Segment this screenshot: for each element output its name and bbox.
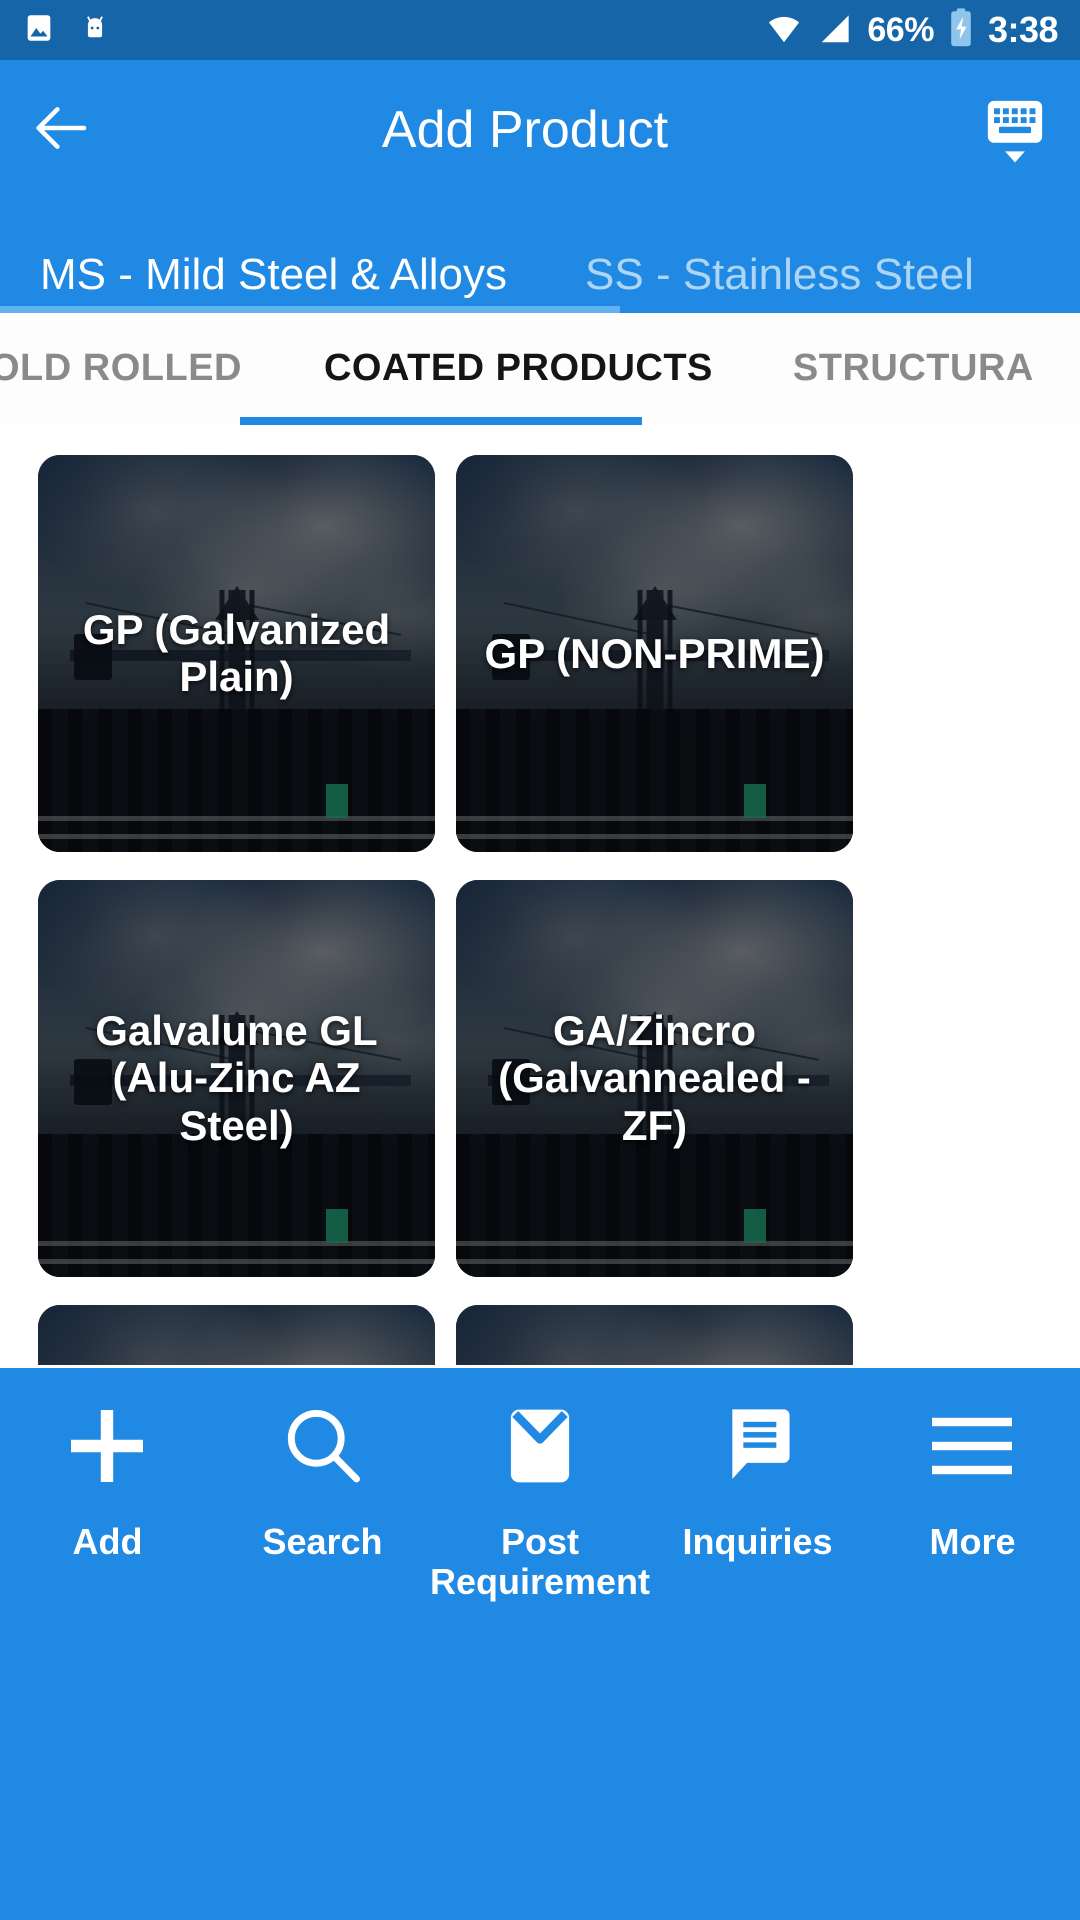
building-slab xyxy=(456,834,853,840)
image-icon xyxy=(22,11,56,50)
product-card[interactable] xyxy=(38,1305,435,1365)
bottom-nav-label-more: More xyxy=(929,1521,1016,1562)
construction-crane-photo xyxy=(456,1305,853,1365)
product-card[interactable]: Galvalume GL (Alu-Zinc AZ Steel) xyxy=(38,880,435,1277)
chat-bubble-icon xyxy=(716,1396,800,1496)
bottom-nav-label-post-requirement: Post Requirement xyxy=(429,1521,651,1603)
building-silhouette xyxy=(456,709,853,852)
category-tab-bar[interactable]: MS - Mild Steel & Alloys SS - Stainless … xyxy=(0,220,1080,313)
search-icon xyxy=(276,1396,368,1496)
sub-tab-bar[interactable]: OLD ROLLED COATED PRODUCTS STRUCTURA xyxy=(0,313,1080,425)
wifi-icon xyxy=(763,9,805,52)
status-bar: 66% 3:38 xyxy=(0,0,1080,60)
product-card-label: GA/Zincro (Galvannealed -ZF) xyxy=(498,1006,811,1150)
site-container xyxy=(743,1208,766,1243)
app-bar-row: Add Product xyxy=(0,60,1080,200)
battery-charging-icon xyxy=(944,7,978,54)
battery-percent-label: 66% xyxy=(867,10,934,49)
category-tab-ms[interactable]: MS - Mild Steel & Alloys xyxy=(40,220,507,300)
building-silhouette xyxy=(38,709,435,852)
status-bar-right-icons: 66% 3:38 xyxy=(763,7,1059,54)
envelope-icon xyxy=(500,1396,580,1496)
category-tab-indicator xyxy=(0,306,620,313)
cellular-signal-icon xyxy=(815,9,857,52)
bottom-nav-label-search: Search xyxy=(262,1521,383,1562)
sub-tab-cold-rolled[interactable]: OLD ROLLED xyxy=(0,347,242,390)
product-card-label: Galvalume GL (Alu-Zinc AZ Steel) xyxy=(95,1006,378,1150)
building-silhouette xyxy=(456,1134,853,1277)
back-arrow-icon xyxy=(28,96,92,165)
sub-tab-indicator xyxy=(240,417,642,425)
sub-tab-structural[interactable]: STRUCTURA xyxy=(793,347,1034,390)
bottom-navigation-bar: Add Search Post Requirement Inquiries Mo… xyxy=(0,1368,1080,1920)
building-slab xyxy=(456,1240,853,1246)
product-card-label: GP (Galvanized Plain) xyxy=(82,605,391,701)
building-slab xyxy=(456,815,853,821)
product-grid: GP (Galvanized Plain) GP (NON-PRIME) Gal… xyxy=(0,425,1080,1365)
building-slab xyxy=(38,1259,435,1265)
page-title: Add Product xyxy=(381,101,669,159)
product-card-label: GP (NON-PRIME) xyxy=(484,629,825,677)
plus-icon xyxy=(59,1396,155,1496)
site-container xyxy=(325,1208,348,1243)
product-card[interactable]: GA/Zincro (Galvannealed -ZF) xyxy=(456,880,853,1277)
building-slab xyxy=(456,1259,853,1265)
app-bar: Add Product MS - Mild Steel & Alloys SS … xyxy=(0,60,1080,313)
hide-keyboard-button[interactable] xyxy=(950,60,1080,200)
clock-label: 3:38 xyxy=(987,9,1059,50)
android-head-icon xyxy=(78,11,112,50)
hamburger-menu-icon xyxy=(924,1396,1020,1496)
back-button[interactable] xyxy=(0,60,120,200)
bottom-nav-items: Add Search Post Requirement Inquiries Mo… xyxy=(0,1368,1080,1920)
bottom-nav-label-inquiries: Inquiries xyxy=(682,1521,833,1562)
bottom-nav-item-post-requirement[interactable]: Post Requirement xyxy=(430,1368,650,1920)
building-slab xyxy=(38,815,435,821)
product-grid-inner: GP (Galvanized Plain) GP (NON-PRIME) Gal… xyxy=(38,455,853,1365)
sub-tab-row: OLD ROLLED COATED PRODUCTS STRUCTURA xyxy=(0,313,1080,423)
site-container xyxy=(743,783,766,818)
status-bar-left-icons xyxy=(22,11,112,50)
bottom-nav-item-search[interactable]: Search xyxy=(215,1368,430,1920)
bottom-nav-item-add[interactable]: Add xyxy=(0,1368,215,1920)
bottom-nav-item-inquiries[interactable]: Inquiries xyxy=(650,1368,865,1920)
bottom-nav-label-add: Add xyxy=(72,1521,143,1562)
category-tab-ss[interactable]: SS - Stainless Steel xyxy=(585,220,974,300)
product-card[interactable] xyxy=(456,1305,853,1365)
sub-tab-coated-products[interactable]: COATED PRODUCTS xyxy=(324,347,713,390)
product-card[interactable]: GP (Galvanized Plain) xyxy=(38,455,435,852)
site-container xyxy=(325,783,348,818)
bottom-nav-item-more[interactable]: More xyxy=(865,1368,1080,1920)
building-slab xyxy=(38,834,435,840)
product-card[interactable]: GP (NON-PRIME) xyxy=(456,455,853,852)
hide-keyboard-icon xyxy=(978,91,1052,170)
construction-crane-photo xyxy=(38,1305,435,1365)
building-silhouette xyxy=(38,1134,435,1277)
building-slab xyxy=(38,1240,435,1246)
